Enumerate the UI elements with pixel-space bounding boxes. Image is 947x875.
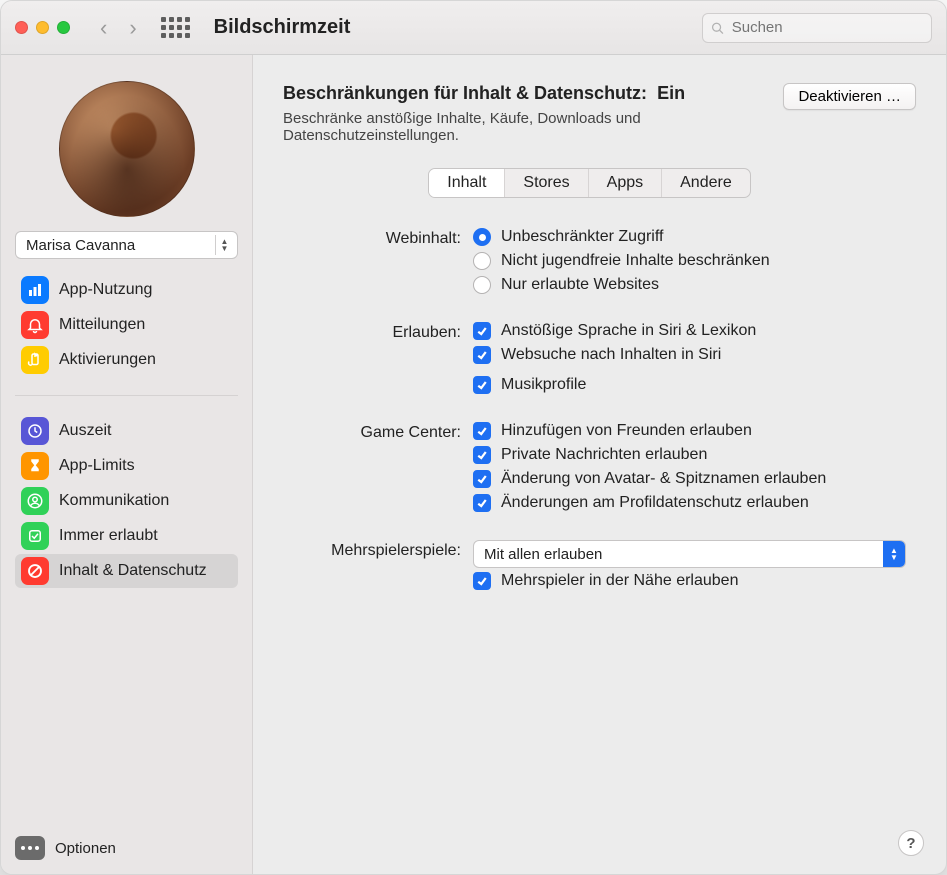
- person-icon: [21, 487, 49, 515]
- chevron-updown-icon: ▲▼: [215, 235, 233, 255]
- sidebar-item-label: Immer erlaubt: [59, 527, 158, 545]
- gamecenter-checkbox-3[interactable]: Änderungen am Profildatenschutz erlauben: [473, 494, 906, 512]
- close-window-button[interactable]: [15, 21, 28, 34]
- checkbox-icon: [473, 446, 491, 464]
- minimize-window-button[interactable]: [36, 21, 49, 34]
- pickup-icon: [21, 346, 49, 374]
- sidebar: Marisa Cavanna ▲▼ App-Nutzung Mitteilunge…: [1, 55, 253, 874]
- allow-extra-label: Musikprofile: [501, 376, 586, 394]
- window-controls: [15, 21, 70, 34]
- sidebar-item-label: Mitteilungen: [59, 316, 145, 334]
- gamecenter-label: Änderungen am Profildatenschutz erlauben: [501, 494, 809, 512]
- multiplayer-select-value: Mit allen erlauben: [484, 546, 602, 563]
- gamecenter-label: Änderung von Avatar- & Spitznamen erlaub…: [501, 470, 826, 488]
- nosign-icon: [21, 557, 49, 585]
- checkbox-icon: [473, 470, 491, 488]
- checkbox-icon: [473, 376, 491, 394]
- checkbox-icon: [473, 322, 491, 340]
- allow-extra-checkbox-0[interactable]: Musikprofile: [473, 376, 906, 394]
- search-icon: [711, 21, 724, 35]
- search-input[interactable]: [730, 18, 923, 37]
- tab-inhalt[interactable]: Inhalt: [429, 169, 505, 197]
- nearby-multiplayer-checkbox[interactable]: Mehrspieler in der Nähe erlauben: [473, 572, 906, 590]
- window-title: Bildschirmzeit: [214, 16, 351, 39]
- checkbox-icon: [473, 572, 491, 590]
- zoom-window-button[interactable]: [57, 21, 70, 34]
- multiplayer-label: Mehrspielerspiele:: [303, 540, 473, 560]
- webcontent-option-2[interactable]: Nur erlaubte Websites: [473, 276, 906, 294]
- gamecenter-label: Private Nachrichten erlauben: [501, 446, 707, 464]
- nearby-multiplayer-label: Mehrspieler in der Nähe erlauben: [501, 572, 738, 590]
- nav-arrows: ‹ ›: [100, 17, 137, 39]
- sidebar-item-label: App-Nutzung: [59, 281, 152, 299]
- help-button[interactable]: ?: [898, 830, 924, 856]
- tab-apps[interactable]: Apps: [589, 169, 662, 197]
- sidebar-item-notifications[interactable]: Mitteilungen: [15, 308, 238, 342]
- prefs-window: ‹ › Bildschirmzeit Marisa Cavanna ▲▼ App…: [0, 0, 947, 875]
- sidebar-item-label: Kommunikation: [59, 492, 169, 510]
- gamecenter-checkbox-1[interactable]: Private Nachrichten erlauben: [473, 446, 906, 464]
- sidebar-separator: [15, 395, 238, 396]
- user-avatar: [59, 81, 195, 217]
- hourglass-icon: [21, 452, 49, 480]
- show-all-prefs-button[interactable]: [161, 17, 190, 38]
- radio-icon: [473, 228, 491, 246]
- user-select[interactable]: Marisa Cavanna ▲▼: [15, 231, 238, 259]
- sidebar-item-app-usage[interactable]: App-Nutzung: [15, 273, 238, 307]
- checkbox-icon: [473, 494, 491, 512]
- options-label: Optionen: [55, 840, 116, 857]
- content-heading: Beschränkungen für Inhalt & Datenschutz:…: [283, 83, 769, 104]
- allow-checkbox-1[interactable]: Websuche nach Inhalten in Siri: [473, 346, 906, 364]
- checkshield-icon: [21, 522, 49, 550]
- sidebar-item-pickups[interactable]: Aktivierungen: [15, 343, 238, 377]
- webcontent-option-label: Nur erlaubte Websites: [501, 276, 659, 294]
- multiplayer-select[interactable]: Mit allen erlauben ▲▼: [473, 540, 906, 568]
- toolbar: ‹ › Bildschirmzeit: [1, 1, 946, 55]
- allow-label: Anstößige Sprache in Siri & Lexikon: [501, 322, 756, 340]
- webcontent-option-label: Unbeschränkter Zugriff: [501, 228, 663, 246]
- forward-button[interactable]: ›: [129, 17, 136, 39]
- gamecenter-checkbox-2[interactable]: Änderung von Avatar- & Spitznamen erlaub…: [473, 470, 906, 488]
- clockmoon-icon: [21, 417, 49, 445]
- sidebar-item-content-privacy[interactable]: Inhalt & Datenschutz: [15, 554, 238, 588]
- sidebar-item-always-allowed[interactable]: Immer erlaubt: [15, 519, 238, 553]
- bell-icon: [21, 311, 49, 339]
- content-subheading: Beschränke anstößige Inhalte, Käufe, Dow…: [283, 110, 769, 144]
- checkbox-icon: [473, 346, 491, 364]
- webcontent-option-1[interactable]: Nicht jugendfreie Inhalte beschränken: [473, 252, 906, 270]
- webcontent-option-label: Nicht jugendfreie Inhalte beschränken: [501, 252, 770, 270]
- gamecenter-label: Game Center:: [303, 422, 473, 442]
- radio-icon: [473, 276, 491, 294]
- allow-label: Websuche nach Inhalten in Siri: [501, 346, 721, 364]
- allow-checkbox-0[interactable]: Anstößige Sprache in Siri & Lexikon: [473, 322, 906, 340]
- disable-button[interactable]: Deaktivieren …: [783, 83, 916, 110]
- sidebar-item-label: Inhalt & Datenschutz: [59, 562, 207, 580]
- tab-andere[interactable]: Andere: [662, 169, 750, 197]
- sidebar-item-label: Auszeit: [59, 422, 111, 440]
- sidebar-item-label: Aktivierungen: [59, 351, 156, 369]
- user-select-value: Marisa Cavanna: [26, 237, 135, 254]
- checkbox-icon: [473, 422, 491, 440]
- content-pane: Beschränkungen für Inhalt & Datenschutz:…: [253, 55, 946, 874]
- tab-bar: InhaltStoresAppsAndere: [428, 168, 750, 198]
- bars-icon: [21, 276, 49, 304]
- back-button[interactable]: ‹: [100, 17, 107, 39]
- webcontent-option-0[interactable]: Unbeschränkter Zugriff: [473, 228, 906, 246]
- tab-stores[interactable]: Stores: [505, 169, 588, 197]
- sidebar-item-communication[interactable]: Kommunikation: [15, 484, 238, 518]
- gamecenter-checkbox-0[interactable]: Hinzufügen von Freunden erlauben: [473, 422, 906, 440]
- chevron-updown-icon: ▲▼: [883, 541, 905, 567]
- gamecenter-label: Hinzufügen von Freunden erlauben: [501, 422, 752, 440]
- sidebar-item-downtime[interactable]: Auszeit: [15, 414, 238, 448]
- allow-label: Erlauben:: [303, 322, 473, 342]
- search-field[interactable]: [702, 13, 932, 43]
- sidebar-item-label: App-Limits: [59, 457, 135, 475]
- ellipsis-icon: [15, 836, 45, 860]
- options-button[interactable]: Optionen: [15, 836, 238, 860]
- radio-icon: [473, 252, 491, 270]
- webcontent-label: Webinhalt:: [303, 228, 473, 248]
- sidebar-item-app-limits[interactable]: App-Limits: [15, 449, 238, 483]
